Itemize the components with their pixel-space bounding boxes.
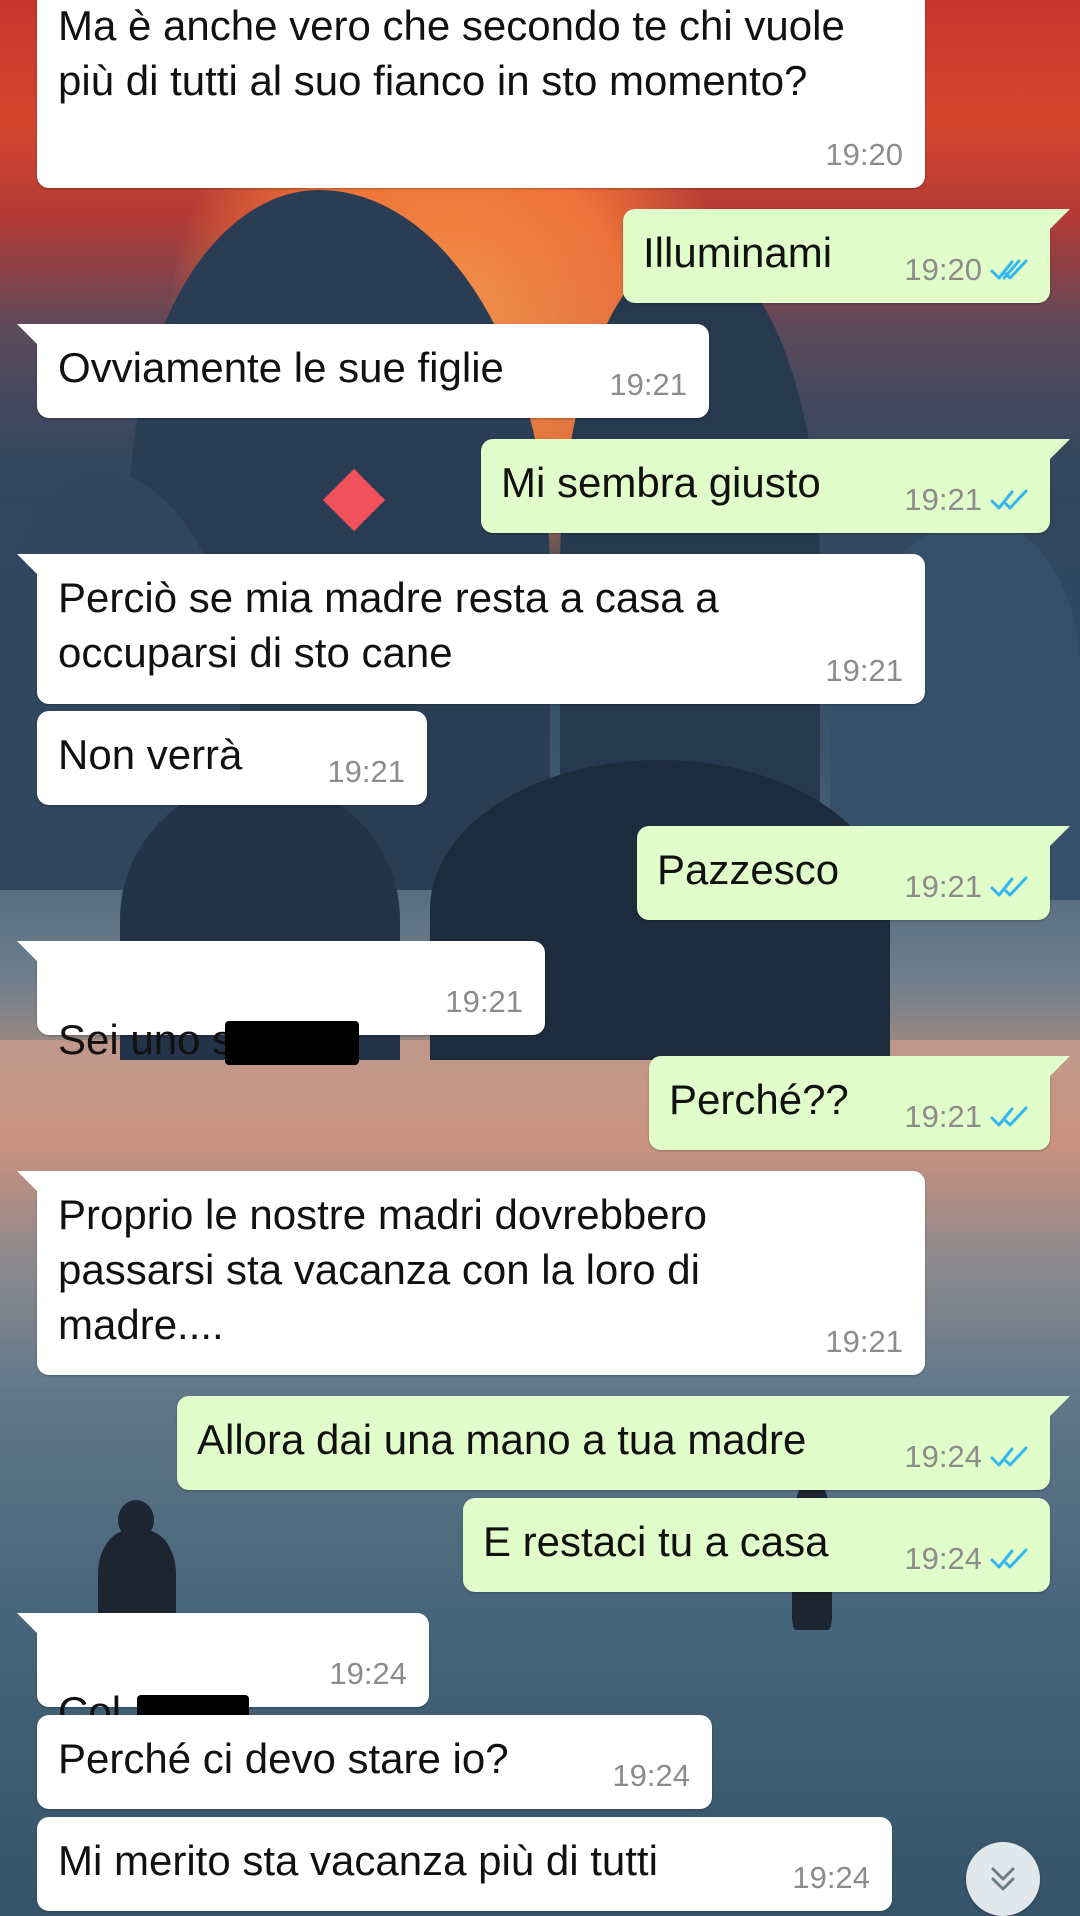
message-text: Illuminami <box>643 229 833 276</box>
message-time: 19:21 <box>904 1099 982 1134</box>
message-time: 19:21 <box>825 653 903 688</box>
message-text: Proprio le nostre madri dovrebbero passa… <box>58 1191 707 1348</box>
message-text: Sei uno s <box>58 1016 234 1063</box>
message-text: Mi sembra giusto <box>501 459 821 506</box>
message-incoming[interactable]: Perché ci devo stare io? 19:24 <box>37 1715 712 1809</box>
message-time: 19:24 <box>904 1541 982 1576</box>
double-check-icon <box>990 1106 1028 1126</box>
message-time: 19:24 <box>792 1860 870 1895</box>
message-text: Perché ci devo stare io? <box>58 1735 509 1782</box>
message-text: Mi merito sta vacanza più di tutti <box>58 1837 658 1884</box>
message-text: Ma è anche vero che secondo te chi vuole… <box>58 2 845 104</box>
message-outgoing[interactable]: Allora dai una mano a tua madre 19:24 <box>177 1396 1070 1490</box>
message-outgoing[interactable]: E restaci tu a casa 19:24 <box>463 1498 1050 1592</box>
message-text: Ovviamente le sue figlie <box>58 344 504 391</box>
double-check-icon <box>990 259 1028 279</box>
message-incoming[interactable]: Sei uno s 19:21 <box>17 941 545 1065</box>
message-time: 19:24 <box>612 1758 690 1793</box>
message-outgoing[interactable]: Mi sembra giusto 19:21 <box>481 439 1070 533</box>
message-text: Perciò se mia madre resta a casa a occup… <box>58 574 719 676</box>
message-text: Non verrà <box>58 731 243 778</box>
message-incoming[interactable]: Proprio le nostre madri dovrebbero passa… <box>17 1171 925 1375</box>
message-outgoing[interactable]: Perché?? 19:21 <box>649 1056 1070 1150</box>
message-outgoing[interactable]: Pazzesco 19:21 <box>637 826 1070 920</box>
message-time: 19:20 <box>825 137 903 172</box>
redacted-text <box>225 1020 360 1065</box>
double-check-icon <box>990 489 1028 509</box>
message-incoming[interactable]: Perciò se mia madre resta a casa a occup… <box>17 554 925 704</box>
double-check-icon <box>990 876 1028 896</box>
scroll-to-bottom-button[interactable] <box>966 1842 1040 1916</box>
message-text: Perché?? <box>669 1076 849 1123</box>
double-check-icon <box>990 1548 1028 1568</box>
message-outgoing[interactable]: Illuminami 19:20 <box>623 209 1070 303</box>
message-time: 19:21 <box>904 869 982 904</box>
double-chevron-down-icon <box>991 1867 1015 1891</box>
message-text: Allora dai una mano a tua madre <box>197 1416 807 1463</box>
message-time: 19:21 <box>327 754 405 789</box>
message-incoming[interactable]: Mi merito sta vacanza più di tutti 19:24 <box>37 1817 892 1911</box>
message-incoming[interactable]: Non verrà 19:21 <box>37 711 427 805</box>
message-time: 19:20 <box>904 252 982 287</box>
message-incoming[interactable]: Ma è anche vero che secondo te chi vuole… <box>37 0 925 188</box>
message-time: 19:21 <box>445 984 523 1019</box>
message-incoming[interactable]: Col 19:24 <box>17 1613 429 1735</box>
message-time: 19:24 <box>329 1656 407 1691</box>
message-incoming[interactable]: Ovviamente le sue figlie 19:21 <box>17 324 709 418</box>
message-time: 19:24 <box>904 1439 982 1474</box>
message-time: 19:21 <box>825 1324 903 1359</box>
double-check-icon <box>990 1446 1028 1466</box>
message-text: E restaci tu a casa <box>483 1518 829 1565</box>
message-text: Pazzesco <box>657 846 840 893</box>
message-time: 19:21 <box>609 367 687 402</box>
message-time: 19:21 <box>904 482 982 517</box>
